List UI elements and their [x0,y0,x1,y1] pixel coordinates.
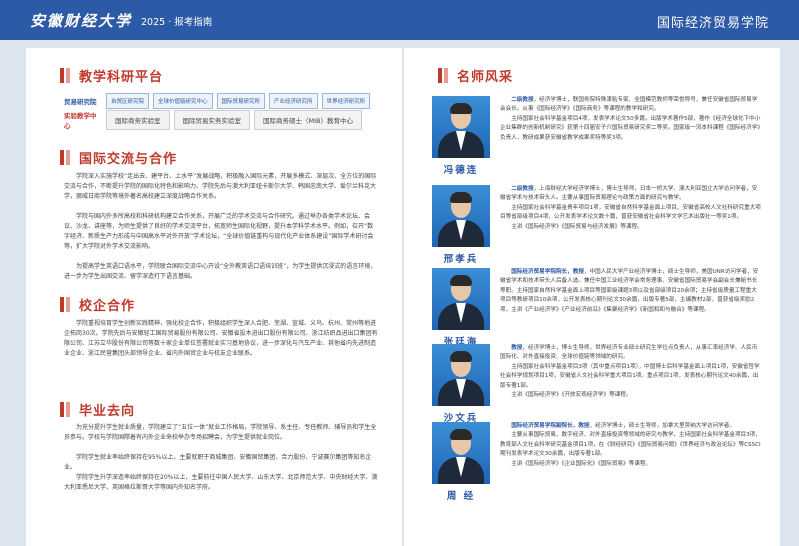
research-tags-row: 贸易研究院 自贸区研究院 全球价值链研究中心 国际贸易研究所 产业经济研究所 世… [64,93,371,109]
research-tag: 国际贸易研究所 [216,93,266,109]
teacher-role: 教授 [511,345,523,351]
section-title-platform: 教学科研平台 [60,66,163,85]
exchange-paragraph: 学院深入实施学校“走出去、建平台、上水平”发展战略，积极融入国际元素，开展多模式… [64,173,377,200]
title-bar-icon [60,296,64,312]
guide-subtitle: 2025 · 报考指南 [141,17,213,28]
career-paragraph: 为充分提升学生就业质量，学院建立了“五位一体”就业工作格局，学院领导、系主任、专… [64,424,377,441]
section-title-career: 毕业去向 [60,400,135,419]
teacher-bio-text: 主持国家社会科学基金项目4项，发表学术论文50多篇，出版学术著作5部，著作《经济… [500,115,761,141]
research-tag: 世界经济研究所 [321,93,371,109]
research-tag: 产业经济研究所 [269,93,318,109]
title-bar-icon [60,149,64,165]
header-separator: | [126,12,131,26]
teacher-bio-text: ，中国人民大学产业经济学博士，硕士生导师，美国UNR访问学者，安徽省学术和技术带… [500,269,759,313]
teacher-bio: 二级教授，经济学博士，联国务院特殊津贴专家、全国模范教师等荣誉称号，兼任安徽省国… [500,96,762,143]
teacher-bio-text: 主讲《国际经济学》《企业国际化》《国际贸易》等课程。 [511,460,652,467]
teacher-bio-text: ，经济学博士，博士生导师，世界经济专业硕士研究生学位点负责人，从事汇率经济学、人… [500,345,758,361]
left-page: 教学科研平台 贸易研究院 自贸区研究院 全球价值链研究中心 国际贸易研究所 产业… [26,48,402,546]
teacher-bio-text: ，经济学博士，联国务院特殊津贴专家、全国模范教师等荣誉称号，兼任安徽省国际贸易学… [500,97,758,113]
college-name: 国际经济贸易学院 [656,16,769,31]
section-title-exchange: 国际交流与合作 [60,148,177,167]
title-bar-icon [438,67,442,83]
teacher-bio: 二级教授，上海财经大学经济学博士，博士生导师，日本一桥大学、澳大利亚国立大学访问… [500,185,762,232]
cooperation-paragraph: 学院重视培育学生创新实践精神，强化校企合作，积极组织学生深入合肥、芜湖、宣城、义… [64,320,378,357]
teaching-tags-row: 实验教学中心 国际商务实验室 国际贸易实务实验室 国际商务硕士（MIB）教育中心 [64,110,362,130]
teacher-name: 邢孝兵 [443,254,479,265]
teacher-bio-text: ，经济学博士，硕士生导师，加拿大里贾纳大学访问学者。 [589,423,735,429]
teacher-name: 冯德连 [443,165,479,176]
section-title-teachers: 名师风采 [438,66,513,85]
exchange-paragraph: 学院与国内外多所高校和科研机构建立合作关系，开展广泛的学术交流与合作研究。通过举… [64,213,374,250]
title-bar-icon [444,67,448,83]
research-label: 贸易研究院 [64,98,97,106]
research-tag: 全球价值链研究中心 [153,93,213,109]
career-paragraph: 学院学生升学深造率始终保持在20%以上，主要前往中国人民大学、山东大学、北京师范… [64,474,378,491]
title-bar-icon [66,149,70,165]
teacher-bio-text: 主持国家社会科学基金青年项目1项，安徽省自然科学基金面上项目、安徽省高校人文社科… [500,204,761,221]
teacher-photo [432,185,490,247]
teaching-tag: 国际商务实验室 [106,110,170,130]
teaching-tag: 国际商务硕士（MIB）教育中心 [254,110,362,130]
exchange-paragraph: 为提高学生英语口语水平，学院联合国际交流中心开设“全外教英语口语培训班”，为学生… [64,263,377,280]
career-paragraph: 学院学生就业率始终保持在95%以上，主要就职于商城集团、安徽国贸集团、合力股份、… [64,454,372,471]
teaching-tag: 国际贸易实务实验室 [173,110,250,130]
teacher-photo [432,422,490,484]
teacher-photo [432,344,490,406]
teaching-label: 实验教学中心 [64,112,97,130]
title-bar-icon [60,67,64,83]
teacher-photo [432,96,490,158]
university-logo: 安徽财经大学 [30,12,133,30]
right-page: 名师风采 冯德连 二级教授，经济学博士，联国务院特殊津贴专家、全国模范教师等荣誉… [404,48,780,546]
teacher-bio: 国际经济贸易学院副院长，教授，经济学博士，硕士生导师，加拿大里贾纳大学访问学者。… [500,422,762,469]
teacher-role: 二级教授 [511,186,534,192]
page-header: 安徽财经大学 | 2025 · 报考指南 国际经济贸易学院 [0,0,799,40]
teacher-bio: 教授，经济学博士，博士生导师，世界经济专业硕士研究生学位点负责人，从事汇率经济学… [500,344,762,400]
title-bar-icon [66,401,70,417]
title-bar-icon [66,67,70,83]
teacher-bio-text: 主讲《国际经济学》《开放宏观经济学》等课程。 [511,392,632,399]
teacher-photo [432,268,490,330]
teacher-role: 国际经济贸易学院院长，教授 [511,269,584,275]
research-tag: 自贸区研究院 [106,93,150,109]
teacher-bio-text: 主要从事国际贸易、数字经济、对外直接投资等领域的研究与教学，主持国家社会科学基金… [500,432,761,458]
section-title-cooperation: 校企合作 [60,295,135,314]
title-bar-icon [60,401,64,417]
teacher-bio: 国际经济贸易学院院长，教授，中国人民大学产业经济学博士，硕士生导师，美国UNR访… [500,268,762,315]
title-bar-icon [66,296,70,312]
teacher-bio-text: ，上海财经大学经济学博士，博士生导师，日本一桥大学、澳大利亚国立大学访问学者，安… [500,186,758,202]
teacher-bio-text: 主讲《国际经济学》《国际贸易与经济发展》等课程。 [511,223,643,230]
teacher-role: 国际经济贸易学院副院长，教授 [511,423,590,429]
teacher-name: 周 经 [446,491,476,502]
teacher-bio-text: 主持国家社会科学基金项目3项（其中重点项目1项），中国博士后科学基金面上项目1项… [500,363,760,389]
teacher-role: 二级教授 [511,97,534,103]
